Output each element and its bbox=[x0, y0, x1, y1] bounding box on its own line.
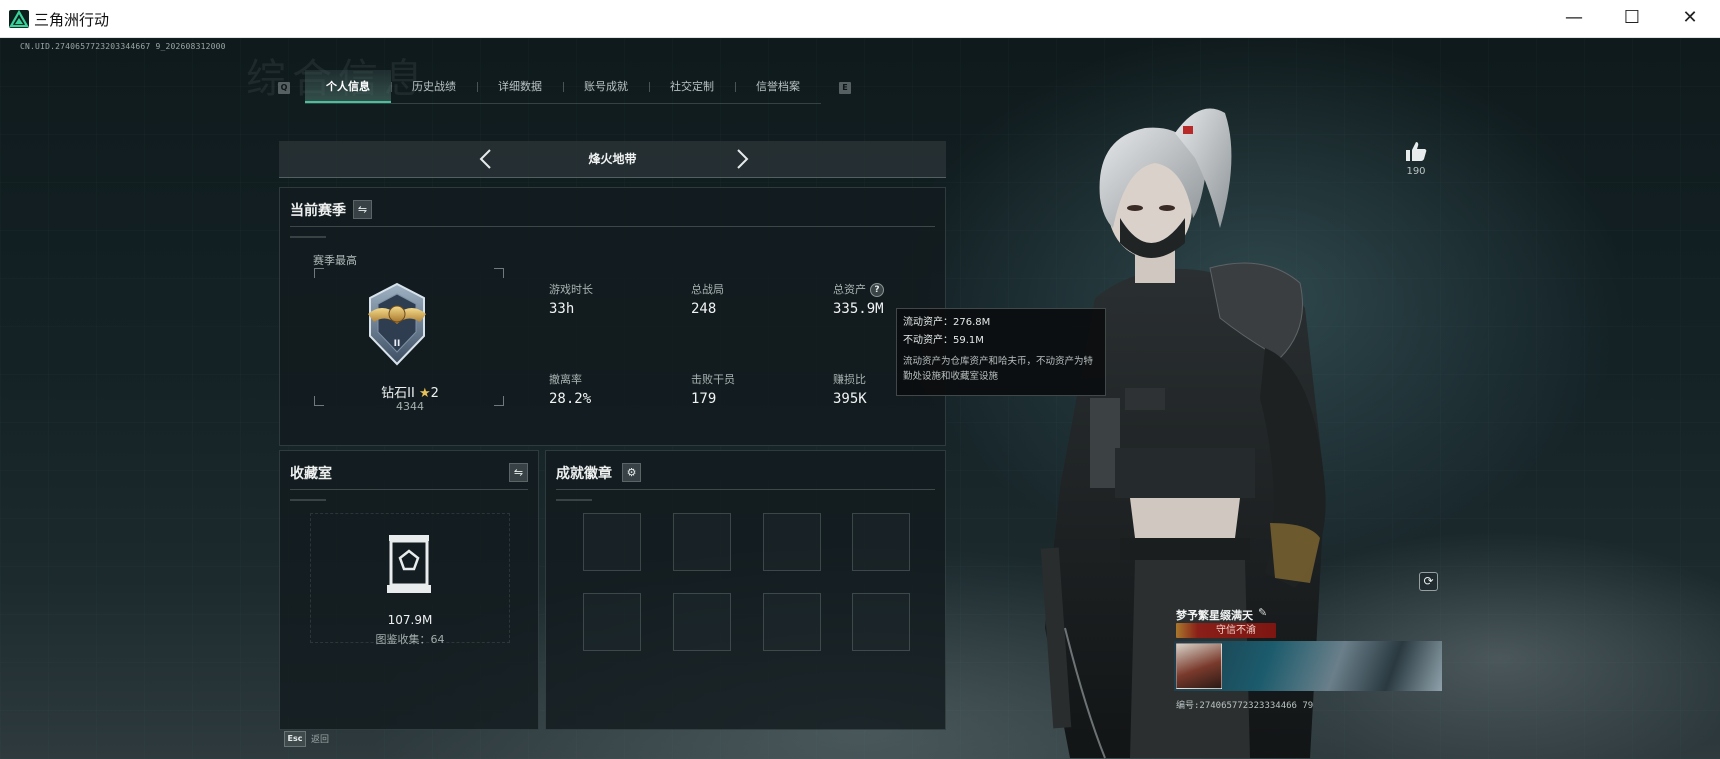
like-count: 190 bbox=[1406, 166, 1426, 177]
collection-room-title: 收藏室 bbox=[290, 466, 332, 482]
chevron-right-icon[interactable] bbox=[731, 147, 753, 171]
tab-bar: 个人信息 历史战绩 详细数据 账号成就 社交定制 信誉档案 bbox=[305, 70, 821, 104]
tab-next-key[interactable]: E bbox=[839, 82, 851, 94]
player-id: 编号:274065772323334466 79 bbox=[1176, 701, 1314, 711]
tooltip-fixed-assets: 不动资产：59.1M bbox=[903, 335, 984, 346]
app-logo-icon bbox=[9, 10, 29, 28]
player-title-badge: 守信不渝 bbox=[1176, 623, 1276, 638]
tab-detailed-data[interactable]: 详细数据 bbox=[477, 70, 563, 103]
decoration-line bbox=[290, 499, 326, 501]
tab-prev-key[interactable]: Q bbox=[278, 82, 290, 94]
rank-emblem-icon: II bbox=[368, 282, 426, 366]
rank-stars: 2 bbox=[430, 386, 439, 401]
uid-text: CN.UID.2740657723203344667 9_20260831200… bbox=[20, 42, 226, 51]
tab-social[interactable]: 社交定制 bbox=[649, 70, 735, 103]
rank-name: 钻石II ★2 bbox=[280, 382, 540, 401]
collection-count: 图鉴收集：64 bbox=[375, 633, 445, 646]
tooltip-liquid-assets: 流动资产：276.8M bbox=[903, 317, 991, 328]
avatar[interactable] bbox=[1176, 643, 1222, 689]
badge-slot[interactable] bbox=[763, 513, 821, 571]
stat-total-games: 总战局 248 bbox=[691, 281, 724, 317]
collection-value: 107.9M bbox=[387, 613, 433, 627]
maximize-button[interactable]: ☐ bbox=[1603, 0, 1661, 38]
stat-label: 游戏时长 bbox=[549, 283, 593, 296]
esc-label[interactable]: 返回 bbox=[311, 732, 329, 745]
gear-icon[interactable]: ⚙ bbox=[622, 463, 641, 482]
tab-achievements[interactable]: 账号成就 bbox=[563, 70, 649, 103]
thumbs-up-icon[interactable] bbox=[1404, 140, 1428, 162]
mode-selector: 烽火地带 bbox=[279, 141, 946, 178]
current-season-panel: 当前赛季 ⇋ 赛季最高 II 钻石II ★2 4344 游戏时长 33h 总战局… bbox=[279, 187, 946, 446]
chevron-left-icon[interactable] bbox=[475, 147, 497, 171]
divider bbox=[290, 489, 528, 490]
stat-value: 335.9M bbox=[833, 301, 884, 317]
decoration-line bbox=[290, 236, 326, 238]
svg-text:II: II bbox=[394, 339, 401, 349]
achievement-badges-panel: 成就徽章 ⚙ bbox=[545, 450, 946, 730]
star-icon: ★ bbox=[418, 386, 431, 401]
badge-slot[interactable] bbox=[583, 593, 641, 651]
tab-credit[interactable]: 信誉档案 bbox=[735, 70, 821, 103]
badge-slot[interactable] bbox=[673, 593, 731, 651]
swap-icon[interactable]: ⇋ bbox=[353, 200, 372, 219]
stat-value: 179 bbox=[691, 391, 717, 407]
game-viewport: 综合信息 CN.UID.2740657723203344667 9_202608… bbox=[0, 38, 1720, 759]
frame-corner bbox=[314, 268, 324, 278]
stat-label: 总战局 bbox=[691, 283, 724, 296]
badge-slot[interactable] bbox=[673, 513, 731, 571]
stat-profit-ratio: 赚损比 395K bbox=[833, 371, 867, 407]
esc-key[interactable]: Esc bbox=[284, 731, 306, 747]
refresh-icon[interactable]: ⟳ bbox=[1419, 572, 1438, 591]
close-button[interactable]: ✕ bbox=[1661, 0, 1719, 38]
current-season-title: 当前赛季 bbox=[290, 203, 346, 219]
stat-play-time: 游戏时长 33h bbox=[549, 281, 593, 317]
player-title-text: 守信不渝 bbox=[1216, 625, 1256, 636]
showcase-icon bbox=[387, 535, 431, 593]
collection-room-panel[interactable]: 收藏室 ⇋ 107.9M 图鉴收集：64 bbox=[279, 450, 539, 730]
player-card: 梦予繁星缀满天 ✎ 守信不渝 编号:274065772323334466 79 bbox=[1172, 603, 1442, 743]
badge-slot[interactable] bbox=[583, 513, 641, 571]
badge-slot[interactable] bbox=[852, 593, 910, 651]
stat-extraction-rate: 撤离率 28.2% bbox=[549, 371, 591, 407]
tab-personal-info[interactable]: 个人信息 bbox=[305, 70, 391, 103]
help-icon[interactable]: ? bbox=[870, 283, 884, 297]
swap-icon[interactable]: ⇋ bbox=[509, 463, 528, 482]
window-titlebar: 三角洲行动 — ☐ ✕ bbox=[0, 0, 1720, 38]
rank-name-text: 钻石II bbox=[381, 386, 415, 401]
achievement-badges-title: 成就徽章 bbox=[556, 466, 612, 482]
stat-value: 28.2% bbox=[549, 391, 592, 407]
edit-icon[interactable]: ✎ bbox=[1258, 606, 1267, 619]
badge-slot[interactable] bbox=[852, 513, 910, 571]
decoration-line bbox=[556, 499, 592, 501]
stat-label: 击败干员 bbox=[691, 373, 735, 386]
stat-label: 撤离率 bbox=[549, 373, 582, 386]
tooltip-description: 流动资产为仓库资产和哈夫币，不动资产为特勤处设施和收藏室设施 bbox=[903, 356, 1094, 382]
stat-label-text: 总资产 bbox=[833, 283, 866, 296]
tab-history[interactable]: 历史战绩 bbox=[391, 70, 477, 103]
minimize-button[interactable]: — bbox=[1545, 0, 1603, 38]
stat-label: 赚损比 bbox=[833, 373, 866, 386]
frame-corner bbox=[494, 268, 504, 278]
stat-value: 248 bbox=[691, 301, 717, 317]
divider bbox=[556, 489, 935, 490]
badge-slot[interactable] bbox=[763, 593, 821, 651]
assets-tooltip: 流动资产：276.8M 不动资产：59.1M 流动资产为仓库资产和哈夫币，不动资… bbox=[896, 308, 1106, 396]
mode-label: 烽火地带 bbox=[588, 152, 637, 166]
stat-value: 33h bbox=[549, 301, 575, 317]
rank-score: 4344 bbox=[396, 400, 424, 413]
stat-label: 总资产? bbox=[833, 281, 884, 297]
divider bbox=[290, 226, 935, 227]
season-highest-label: 赛季最高 bbox=[313, 254, 357, 267]
player-name: 梦予繁星缀满天 bbox=[1176, 609, 1253, 622]
stat-total-assets: 总资产? 335.9M bbox=[833, 281, 884, 317]
stat-value: 395K bbox=[833, 391, 867, 407]
window-title: 三角洲行动 bbox=[34, 11, 110, 29]
stat-kills: 击败干员 179 bbox=[691, 371, 735, 407]
